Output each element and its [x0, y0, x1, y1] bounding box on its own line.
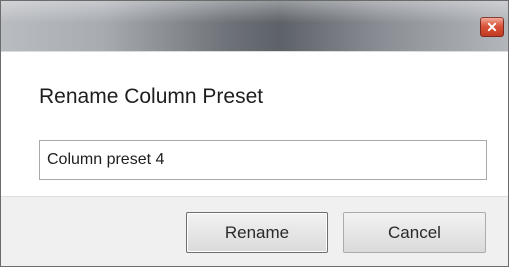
- close-icon: [481, 18, 503, 36]
- title-bar[interactable]: [1, 1, 508, 51]
- rename-button[interactable]: Rename: [186, 212, 328, 253]
- preset-name-input[interactable]: [39, 140, 487, 180]
- dialog-title: Rename Column Preset: [39, 85, 264, 108]
- cancel-button[interactable]: Cancel: [343, 212, 486, 253]
- dialog-footer: Rename Cancel: [1, 196, 508, 266]
- dialog-content: Rename Column Preset: [1, 51, 508, 196]
- rename-column-preset-dialog: Rename Column Preset Rename Cancel: [0, 0, 509, 267]
- close-button[interactable]: [480, 17, 504, 37]
